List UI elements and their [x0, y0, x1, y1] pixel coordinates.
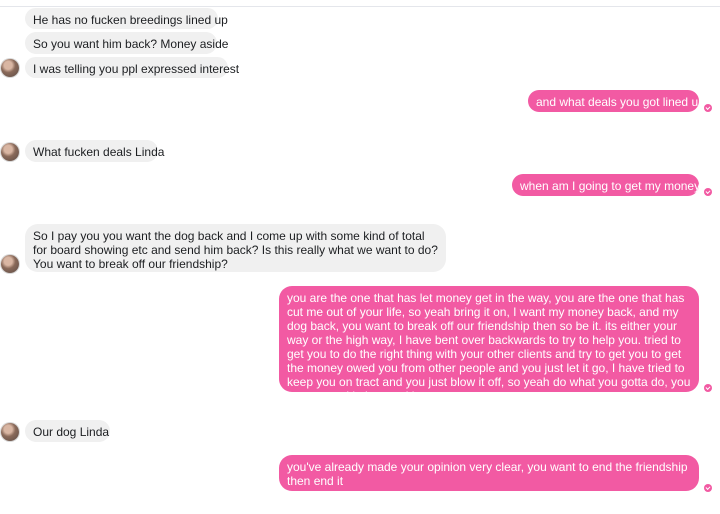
- seen-receipt-icon: [704, 384, 712, 392]
- message-bubble-outgoing[interactable]: you are the one that has let money get i…: [279, 286, 699, 403]
- seen-receipt-icon: [704, 188, 712, 196]
- contact-avatar[interactable]: [1, 423, 19, 441]
- contact-avatar[interactable]: [1, 143, 19, 161]
- message-bubble-incoming[interactable]: What fucken deals Linda: [25, 140, 164, 162]
- contact-avatar[interactable]: [1, 255, 19, 273]
- message-bubble-outgoing[interactable]: you've already made your opinion very cl…: [279, 455, 699, 491]
- message-bubble-incoming[interactable]: So you want him back? Money aside: [25, 32, 228, 54]
- message-bubble-incoming[interactable]: Our dog Linda: [25, 420, 110, 442]
- message-bubble-outgoing[interactable]: when am I going to get my money?: [512, 174, 707, 196]
- message-bubble-incoming[interactable]: He has no fucken breedings lined up: [25, 8, 228, 29]
- contact-avatar[interactable]: [1, 59, 19, 77]
- seen-receipt-icon: [704, 484, 712, 492]
- message-bubble-incoming[interactable]: So I pay you you want the dog back and I…: [25, 224, 446, 272]
- seen-receipt-icon: [704, 104, 712, 112]
- message-bubble-incoming[interactable]: I was telling you ppl expressed interest: [25, 57, 239, 78]
- message-bubble-outgoing[interactable]: and what deals you got lined up: [528, 90, 705, 112]
- chat-top-divider: [0, 6, 720, 7]
